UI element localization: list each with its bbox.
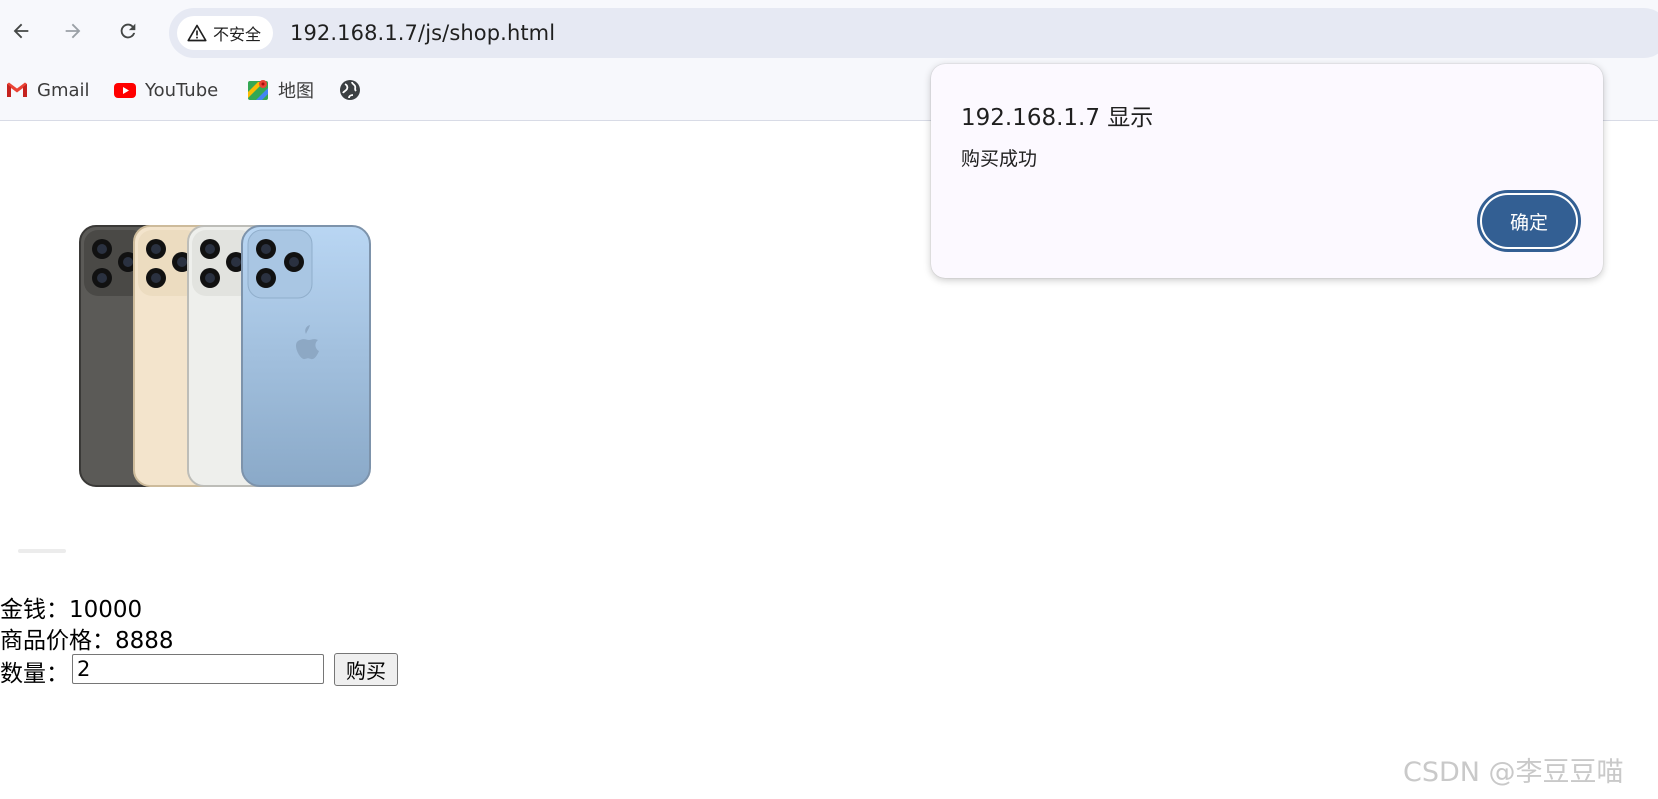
- arrow-right-icon: [65, 23, 81, 39]
- money-label: 金钱：: [0, 597, 69, 623]
- address-bar[interactable]: 不安全 192.168.1.7/js/shop.html: [169, 8, 1658, 58]
- buy-button[interactable]: 购买: [334, 653, 398, 686]
- arrow-left-icon: [13, 23, 29, 39]
- dialog-ok-label: 确定: [1482, 195, 1576, 247]
- dialog-title: 192.168.1.7 显示: [961, 105, 1154, 131]
- bookmark-label: Gmail: [37, 79, 90, 101]
- price-line: 商品价格：8888: [0, 621, 174, 655]
- price-label: 商品价格：: [0, 628, 115, 654]
- quantity-label: 数量：: [0, 661, 69, 687]
- csdn-watermark: CSDN @李豆豆喵: [1403, 757, 1624, 788]
- warning-triangle-icon: [187, 24, 207, 42]
- bookmark-gmail[interactable]: Gmail: [5, 74, 90, 106]
- url-text[interactable]: 192.168.1.7/js/shop.html: [290, 21, 555, 45]
- bookmark-globe[interactable]: [338, 74, 362, 106]
- back-button[interactable]: [4, 14, 38, 48]
- youtube-icon: [114, 83, 136, 98]
- security-label: 不安全: [213, 25, 262, 44]
- money-value: 10000: [69, 597, 143, 623]
- reload-button[interactable]: [111, 14, 145, 48]
- globe-icon: [340, 80, 360, 100]
- bookmark-label: YouTube: [145, 79, 219, 101]
- quantity-line: 数量：: [0, 654, 69, 688]
- iphone-product-image: [79, 225, 371, 487]
- forward-button[interactable]: [56, 14, 90, 48]
- dialog-message: 购买成功: [961, 148, 1038, 170]
- maps-icon: [248, 80, 268, 100]
- bookmark-maps[interactable]: 地图: [246, 74, 314, 106]
- browser-toolbar: 不安全 192.168.1.7/js/shop.html: [0, 0, 1658, 64]
- faint-watermark-mark: [18, 549, 66, 553]
- bookmark-youtube[interactable]: YouTube: [113, 74, 218, 106]
- gmail-icon: [7, 82, 27, 97]
- bookmark-label: 地图: [278, 81, 314, 102]
- phone-blue: [241, 225, 371, 487]
- reload-icon: [120, 23, 136, 39]
- alert-dialog: 192.168.1.7 显示 购买成功 确定: [931, 64, 1603, 278]
- money-line: 金钱：10000: [0, 590, 142, 624]
- price-value: 8888: [115, 628, 174, 654]
- quantity-input[interactable]: 2: [72, 654, 324, 684]
- dialog-ok-button[interactable]: 确定: [1477, 190, 1581, 252]
- security-chip[interactable]: 不安全: [177, 16, 274, 50]
